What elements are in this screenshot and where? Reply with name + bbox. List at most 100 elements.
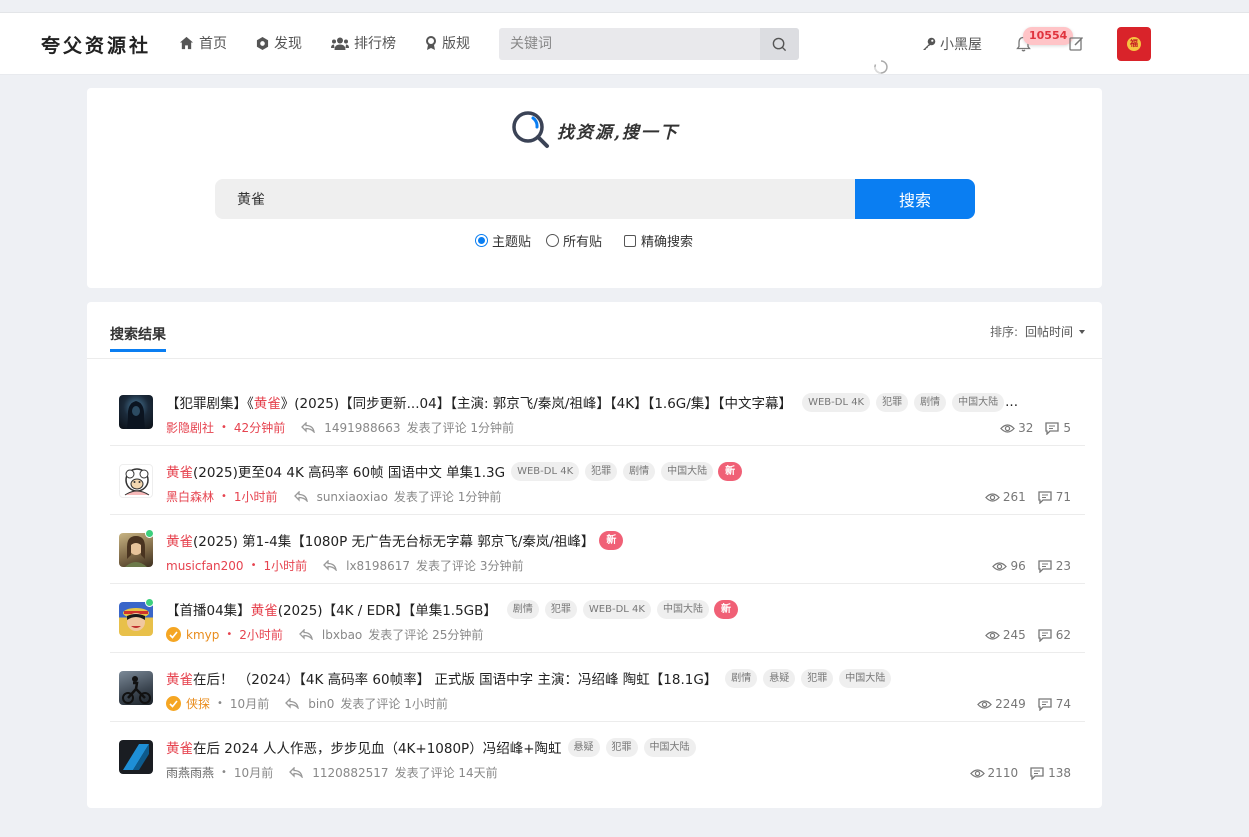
tag[interactable]: 犯罪 (585, 461, 618, 481)
chevron-down-icon (1079, 329, 1085, 334)
tag[interactable]: 犯罪 (544, 599, 577, 619)
separator-dot: • (221, 422, 227, 433)
compass-icon (256, 36, 269, 50)
replier-link[interactable]: lbxbao (322, 628, 362, 642)
author-link[interactable]: 黑白森林 (166, 488, 214, 505)
main-search-button[interactable]: 搜索 (855, 179, 975, 219)
avatar[interactable] (119, 395, 153, 429)
tag[interactable]: 犯罪 (801, 668, 834, 688)
tag[interactable]: 悬疑 (567, 737, 600, 757)
tag[interactable]: 剧情 (506, 599, 539, 619)
result-title-highlight: 黄雀 (166, 741, 193, 757)
author-link[interactable]: kmyp (186, 628, 219, 642)
result-title[interactable]: 黄雀 (2025)更至04 4K 高码率 60帧 国语中文 单集1.3G WEB… (166, 461, 743, 481)
result-title[interactable]: 黄雀 在后！ （2024）【4K 高码率 60帧率】 正式版 国语中字 主演：冯绍… (166, 668, 892, 688)
result-title[interactable]: 【犯罪剧集】《 黄雀 》(2025)【同步更新...04】【主演: 郭京飞/秦岚/祖… (166, 392, 1018, 412)
home-icon (179, 36, 194, 50)
result-row[interactable]: 黄雀 (2025) 第1-4集【1080P 无广告无台标无字幕 郭京飞/秦岚/祖… (110, 515, 1085, 584)
tag[interactable]: 悬疑 (763, 668, 796, 688)
option-all-posts[interactable]: 所有贴 (546, 231, 602, 250)
replier-link[interactable]: 1120882517 (312, 766, 388, 780)
avatar[interactable] (119, 671, 153, 705)
view-count: 32 (1018, 421, 1034, 435)
radio-topic-posts[interactable] (475, 234, 488, 247)
tag[interactable]: 剧情 (725, 668, 758, 688)
new-badge: 新 (718, 461, 743, 481)
result-title[interactable]: 【首播04集】 黄雀 (2025)【4K / EDR】【单集1.5GB】 剧情 犯… (166, 599, 738, 619)
result-title-post: (2025)更至04 4K 高码率 60帧 国语中文 单集1.3G (193, 465, 506, 481)
result-row[interactable]: 黄雀 在后 2024 人人作恶，步步见血（4K+1080P）冯绍峰+陶虹 悬疑 犯… (110, 722, 1085, 791)
users-icon (331, 37, 349, 50)
nav-ranking[interactable]: 排行榜 (331, 33, 396, 53)
eye-icon (984, 492, 1000, 502)
eye-icon (1000, 423, 1015, 433)
option-all-posts-label: 所有贴 (563, 235, 603, 250)
red-packet-button[interactable]: 福 (1117, 27, 1151, 61)
separator-dot: • (217, 698, 223, 709)
main-search-input[interactable] (215, 179, 855, 219)
nav-rules[interactable]: 版规 (425, 33, 470, 53)
result-title-post: 在后！ （2024）【4K 高码率 60帧率】 正式版 国语中字 主演：冯绍峰 … (193, 672, 718, 688)
notification-count-badge[interactable]: 10554 (1023, 27, 1074, 45)
result-title-pre: 【犯罪剧集】《 (166, 396, 254, 412)
tab-search-results[interactable]: 搜索结果 (110, 324, 166, 352)
replier-link[interactable]: bin0 (308, 697, 334, 711)
nav-home[interactable]: 首页 (179, 33, 227, 53)
replier-link[interactable]: 1491988663 (324, 421, 400, 435)
sort-control[interactable]: 排序: 回帖时间 (990, 323, 1085, 340)
header-search-button[interactable] (760, 28, 799, 60)
result-row[interactable]: 【首播04集】 黄雀 (2025)【4K / EDR】【单集1.5GB】 剧情 犯… (110, 584, 1085, 653)
tag[interactable]: 中国大陆 (643, 737, 696, 757)
avatar[interactable] (119, 602, 153, 636)
result-row[interactable]: 黄雀 (2025)更至04 4K 高码率 60帧 国语中文 单集1.3G WEB… (110, 446, 1085, 515)
post-time: 42分钟前 (233, 421, 286, 435)
radio-all-posts[interactable] (546, 234, 560, 247)
edit-icon[interactable] (1069, 36, 1084, 51)
nav-discover[interactable]: 发现 (256, 33, 302, 53)
author-link[interactable]: 影隐剧社 (166, 419, 214, 436)
comment-icon (1030, 766, 1044, 780)
result-row[interactable]: 黄雀 在后！ （2024）【4K 高码率 60帧率】 正式版 国语中字 主演：冯绍… (110, 653, 1085, 722)
tag[interactable]: 中国大陆 (656, 599, 709, 619)
tag[interactable]: WEB-DL 4K (802, 392, 871, 412)
author-link[interactable]: 侠探 (186, 695, 210, 712)
result-title[interactable]: 黄雀 (2025) 第1-4集【1080P 无广告无台标无字幕 郭京飞/秦岚/祖… (166, 530, 624, 550)
result-title-post: 在后 2024 人人作恶，步步见血（4K+1080P）冯绍峰+陶虹 (193, 741, 562, 757)
tag[interactable]: 剧情 (914, 392, 947, 412)
result-stats: 245 62 (984, 628, 1071, 642)
tag[interactable]: 中国大陆 (839, 668, 892, 688)
blackroom-link[interactable]: 小黑屋 (922, 34, 982, 54)
author-link[interactable]: musicfan200 (166, 559, 244, 573)
option-topic-posts[interactable]: 主题贴 (475, 231, 531, 250)
tag[interactable]: WEB-DL 4K (511, 461, 580, 481)
site-logo[interactable]: 夸父资源社 (41, 31, 151, 58)
avatar[interactable] (119, 464, 153, 498)
replier-link[interactable]: sunxiaoxiao (317, 490, 388, 504)
result-stats: 2110 138 (969, 766, 1071, 780)
post-time: 2小时前 (239, 628, 283, 642)
author-link[interactable]: 雨燕雨燕 (166, 764, 214, 781)
search-panel-title-text: 找资源,搜一下 (557, 122, 679, 143)
tag[interactable]: 剧情 (623, 461, 656, 481)
result-title[interactable]: 黄雀 在后 2024 人人作恶，步步见血（4K+1080P）冯绍峰+陶虹 悬疑 犯… (166, 737, 696, 757)
comment-count: 23 (1055, 559, 1071, 573)
tag[interactable]: 中国大陆 (661, 461, 714, 481)
abstract-avatar-image (123, 744, 149, 770)
hooded-figure-avatar-image (127, 401, 145, 429)
replier-link[interactable]: lx8198617 (346, 559, 410, 573)
header-search-input[interactable] (499, 28, 760, 60)
option-exact-search[interactable]: 精确搜索 (624, 231, 693, 250)
tag[interactable]: 中国大陆 (952, 392, 1005, 412)
avatar[interactable] (119, 740, 153, 774)
avatar[interactable] (119, 533, 153, 567)
view-count: 2249 (995, 697, 1026, 711)
result-title-post: (2025) 第1-4集【1080P 无广告无台标无字幕 郭京飞/秦岚/祖峰】 (193, 534, 595, 550)
reply-icon (323, 560, 337, 571)
comment-count: 138 (1048, 766, 1071, 780)
tag[interactable]: 犯罪 (876, 392, 909, 412)
search-panel-title: 找资源,搜一下 (511, 110, 679, 150)
checkbox-exact-search[interactable] (624, 234, 637, 247)
result-row[interactable]: 【犯罪剧集】《 黄雀 》(2025)【同步更新...04】【主演: 郭京飞/秦岚/祖… (110, 377, 1085, 446)
tag[interactable]: 犯罪 (605, 737, 638, 757)
tag[interactable]: WEB-DL 4K (582, 599, 651, 619)
